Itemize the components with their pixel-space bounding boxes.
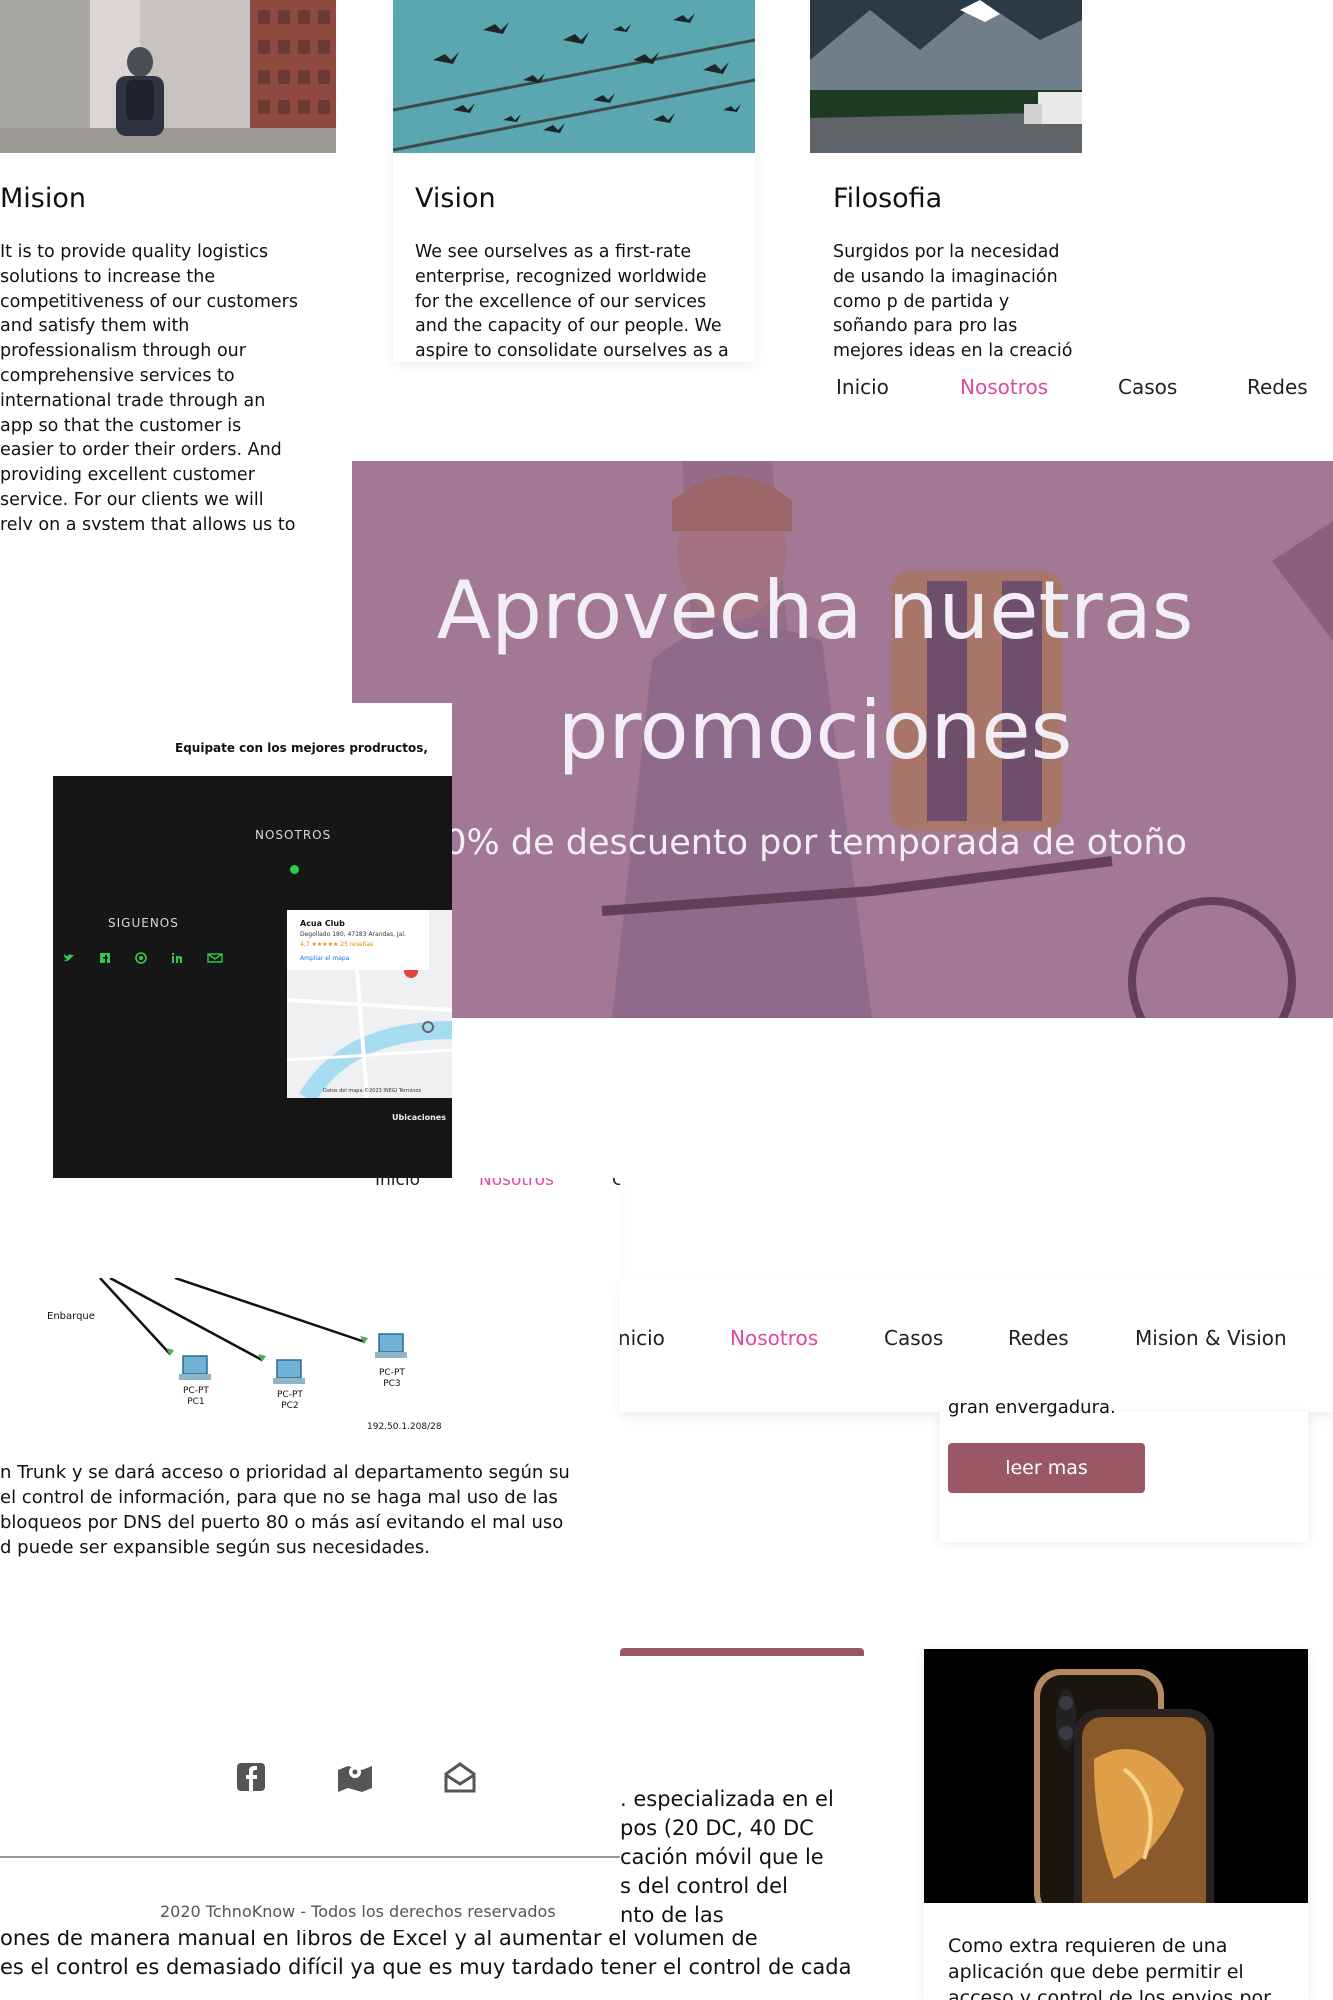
case-text-line: . especializada en el [620,1787,834,1811]
preview-nosotros-label: NOSOTROS [255,828,332,842]
phone-text-line: aplicación que debe permitir el [948,1961,1244,1983]
nav-redes[interactable]: Redes [1247,375,1308,399]
bottom-description: ones de manera manual en libros de Excel… [0,1930,900,2000]
hero-title-line2: promociones [557,684,1073,777]
map-rating: 4,7 ★★★★★ 25 reseñas [300,941,374,948]
vision-card: Vision We see ourselves as a first-rate … [393,0,755,362]
main-nav-casos[interactable]: Casos [884,1326,943,1350]
network-text-line: el control de información, para que no s… [0,1487,558,1508]
pc2-icon [273,1359,305,1384]
network-text-line: d puede ser expansible según sus necesid… [0,1537,430,1558]
vision-image [393,0,755,153]
map-place-name: Acua Club [300,919,345,928]
bottom-text-line: ones de manera manual en libros de Excel… [0,1930,758,1950]
main-nav-mision-vision[interactable]: Mision & Vision [1135,1326,1287,1350]
map-attribution: Datos del mapa ©2023 INEGI Términos [323,1088,422,1094]
phone-text-line: acceso y control de los envios por [948,1987,1271,2000]
case-text-line: s del control del [620,1874,788,1898]
network-text-line: n Trunk y se dará acceso o prioridad al … [0,1462,570,1483]
case-accent-bar [620,1648,864,1656]
case-text-line: pos (20 DC, 40 DC [620,1816,814,1840]
label-embarque: Enbarque [47,1311,95,1322]
mission-title: Mision [0,183,86,214]
preview-dark-panel: NOSOTROS SIGUENOS Acua Club Degollado 18… [53,776,452,1178]
map-address: Degollado 180, 47183 Arandas, Jal. [300,931,406,938]
philosophy-card: Filosofia Surgidos por la necesidad de u… [810,0,1082,362]
nav-casos[interactable]: Casos [1118,375,1177,399]
philosophy-title: Filosofia [833,183,943,214]
philosophy-text: Surgidos por la necesidad de usando la i… [833,242,1073,362]
small-nav-inicio[interactable]: Inicio [375,1178,420,1190]
nav-inicio[interactable]: Inicio [836,375,889,399]
hero-subtitle: 30% de descuento por temporada de otoño [422,823,1187,863]
vision-title: Vision [415,183,496,214]
copyright-text: 2020 TchnoKnow - Todos los derechos rese… [160,1902,556,1921]
preview-heading: Equipate con los mejores prodructos, [175,741,428,755]
main-nav-redes[interactable]: Redes [1008,1326,1069,1350]
bottom-text-line: es el control es demasiado difícil ya qu… [0,1955,852,1979]
label-pc2: PC-PT PC2 [277,1390,303,1411]
hero-banner: Aprovecha nuetras promociones 30% de des… [352,461,1333,1018]
main-navbar: Inicio Nosotros Casos Redes Mision & Vis… [620,1278,1333,1412]
mission-text: It is to provide quality logistics solut… [0,242,298,530]
phone-text-line: Como extra requieren de una [948,1935,1228,1957]
pc1-icon [179,1355,211,1380]
network-text-line: bloqueos por DNS del puerto 80 o más así… [0,1512,564,1533]
top-navbar: Inicio Nosotros Casos Redes [810,362,1333,412]
vision-text: We see ourselves as a first-rate enterpr… [415,242,729,362]
preview-green-dot [290,865,299,874]
facebook-icon[interactable] [236,1762,266,1792]
label-pc3: PC-PT PC3 [379,1368,405,1389]
footer-preview: Equipate con los mejores prodructos, NOS… [0,703,452,1178]
map-info-box: Acua Club Degollado 180, 47183 Arandas, … [287,910,429,970]
facebook-icon[interactable] [99,952,111,964]
map-enlarge-link[interactable]: Ampliar el mapa [300,955,349,962]
site-footer: 2020 TchnoKnow - Todos los derechos rese… [0,1740,620,1940]
case-text-line: cación móvil que le [620,1845,824,1869]
twitter-icon[interactable] [63,952,75,964]
nav-nosotros[interactable]: Nosotros [960,375,1048,399]
network-diagram: Enbarque PC-PT PC1 PC-PT PC2 PC-PT PC3 1… [0,1278,620,1438]
label-pc1: PC-PT PC1 [183,1386,209,1407]
email-icon[interactable] [207,952,223,964]
case-description: . especializada en el pos (20 DC, 40 DC … [620,1785,920,1930]
case-card-text-partial: gran envergadura. [948,1397,1116,1418]
footer-divider [0,1856,620,1858]
preview-siguenos-label: SIGUENOS [108,916,179,930]
small-navbar: Inicio Nosotros C [0,1178,620,1278]
main-nav-inicio[interactable]: Inicio [620,1326,665,1350]
map-icon[interactable] [337,1762,373,1792]
mission-card: Mision It is to provide quality logistic… [0,0,336,540]
phone-card: Como extra requieren de una aplicación q… [924,1649,1308,2000]
phone-card-text: Como extra requieren de una aplicación q… [948,1933,1288,2000]
case-card: gran envergadura. leer mas [940,1397,1308,1542]
mission-image [0,0,336,153]
pc3-icon [375,1333,407,1358]
mail-icon[interactable] [443,1762,477,1794]
network-description: n Trunk y se dará acceso o prioridad al … [0,1460,620,1560]
leer-mas-button[interactable]: leer mas [948,1443,1145,1493]
whatsapp-icon[interactable] [135,952,147,964]
preview-ubicaciones-label: Ubicaciones [392,1113,446,1122]
label-ip: 192.50.1.208/28 [367,1422,442,1432]
case-text-line: nto de las [620,1903,724,1927]
philosophy-image [810,0,1082,153]
phone-image [924,1649,1308,1903]
preview-social-icons [63,952,233,966]
small-nav-casos[interactable]: C [612,1178,620,1190]
small-nav-nosotros[interactable]: Nosotros [479,1178,554,1190]
linkedin-icon[interactable] [171,952,183,964]
hero-title-line1: Aprovecha nuetras [436,564,1194,657]
preview-map[interactable]: Acua Club Degollado 180, 47183 Arandas, … [287,910,452,1098]
main-nav-nosotros[interactable]: Nosotros [730,1326,818,1350]
